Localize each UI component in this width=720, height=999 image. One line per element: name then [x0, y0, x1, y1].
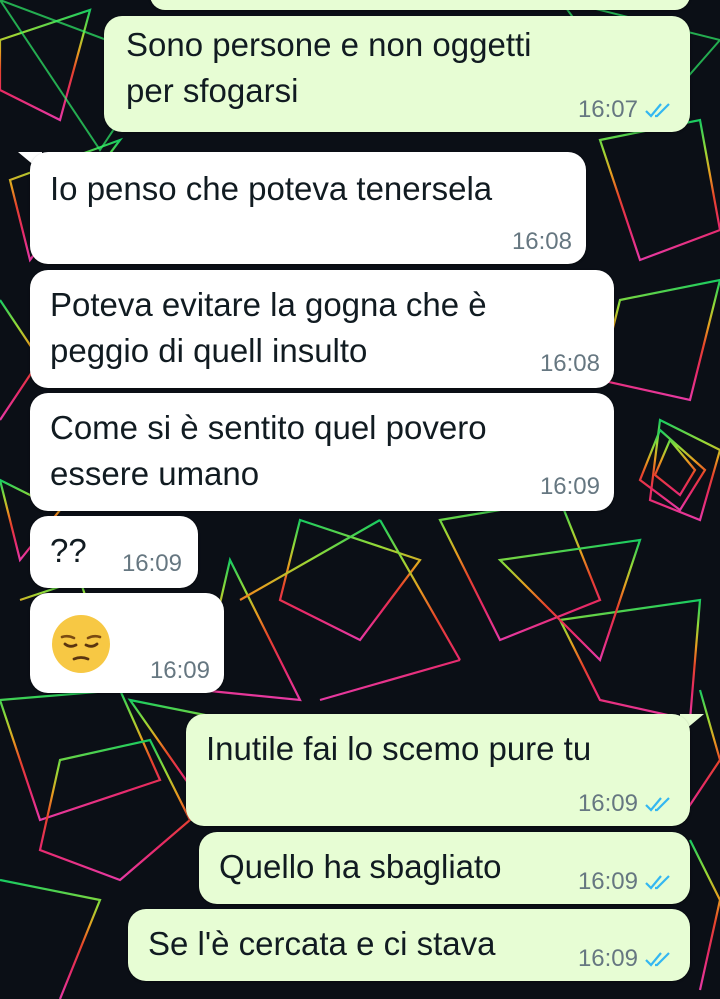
message-time: 16:09 [121, 550, 182, 577]
message-meta: 16:08 [512, 228, 572, 256]
message-time: 16:09 [539, 473, 600, 500]
message-text: Come si è sentito quel povero essere uma… [50, 409, 487, 492]
message-bubble-outgoing[interactable]: Inutile fai lo scemo pure tu 16:09 [186, 714, 690, 826]
message-meta: 16:09 [578, 868, 674, 896]
message-bubble-incoming[interactable]: Poteva evitare la gogna che è peggio di … [30, 270, 614, 388]
message-bubble-outgoing[interactable]: Quello ha sbagliato 16:09 [199, 832, 690, 904]
message-text: Se l'è cercata e ci stava [148, 925, 496, 962]
message-text: Sono persone e non oggetti per sfogarsi [126, 26, 532, 109]
message-bubble-incoming[interactable]: 16:09 [30, 593, 224, 693]
message-meta: 16:08 [540, 350, 600, 378]
message-meta: 16:07 [578, 96, 674, 124]
message-bubble-incoming[interactable]: Come si è sentito quel povero essere uma… [30, 393, 614, 511]
message-time: 16:09 [577, 868, 638, 895]
message-text: Io penso che poteva tenersela [50, 170, 493, 207]
message-meta: 16:09 [150, 657, 210, 685]
message-text: Inutile fai lo scemo pure tu [206, 730, 592, 767]
message-time: 16:08 [511, 228, 572, 255]
read-ticks-icon [645, 952, 670, 967]
read-ticks-icon [645, 797, 670, 812]
message-bubble-outgoing[interactable]: Se l'è cercata e ci stava 16:09 [128, 909, 690, 981]
message-meta: 16:09 [578, 790, 674, 818]
read-ticks-icon [645, 103, 670, 118]
message-meta: 16:09 [122, 550, 182, 578]
message-time: 16:09 [577, 945, 638, 972]
message-time: 16:07 [577, 96, 638, 123]
message-time: 16:08 [539, 350, 600, 377]
message-text: Poteva evitare la gogna che è peggio di … [50, 286, 487, 369]
message-meta: 16:09 [578, 945, 674, 973]
message-bubble-incoming[interactable]: ?? 16:09 [30, 516, 198, 588]
pensive-face-emoji [52, 615, 110, 673]
read-ticks-icon [645, 875, 670, 890]
message-bubble-outgoing[interactable]: Sono persone e non oggetti per sfogarsi … [104, 16, 690, 132]
message-bubble-incoming[interactable]: Io penso che poteva tenersela 16:08 [30, 152, 586, 264]
partial-message-bubble [150, 0, 690, 10]
message-text: ?? [50, 532, 87, 569]
message-meta: 16:09 [540, 473, 600, 501]
message-time: 16:09 [149, 657, 210, 684]
message-time: 16:09 [577, 790, 638, 817]
message-text: Quello ha sbagliato [219, 848, 502, 885]
